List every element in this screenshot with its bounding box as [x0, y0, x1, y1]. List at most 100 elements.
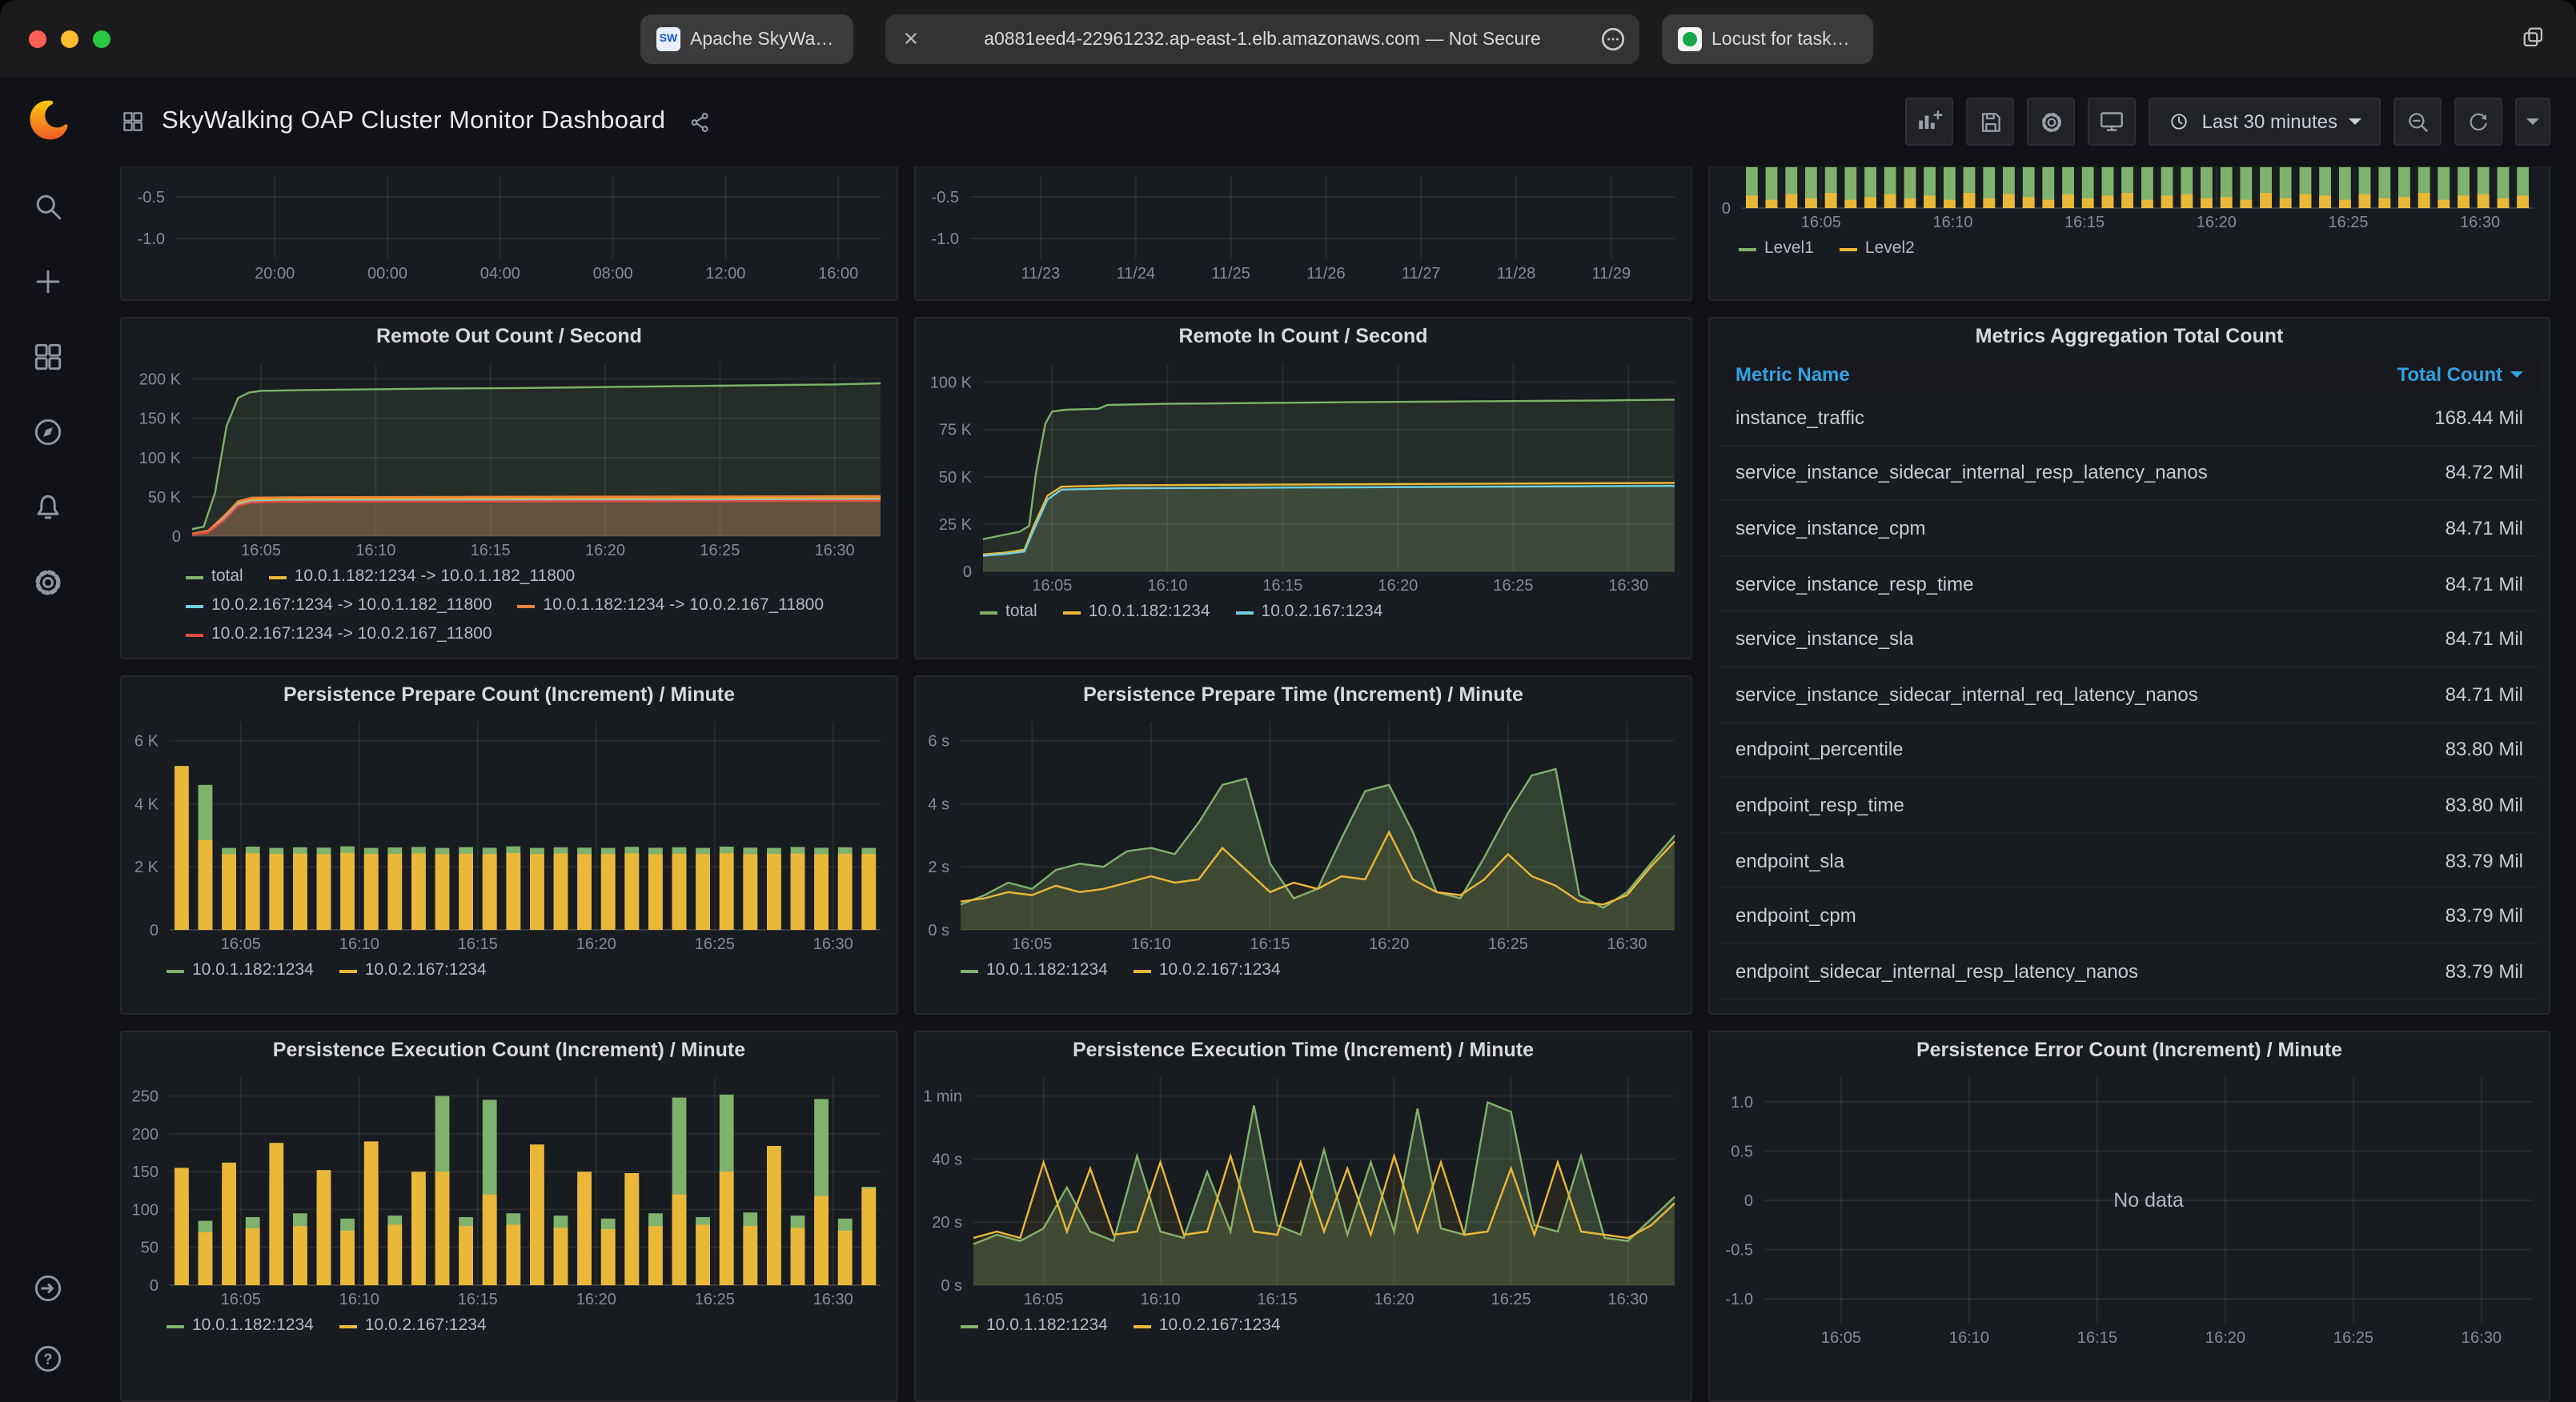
legend-item[interactable]: Level2: [1840, 238, 1915, 259]
browser-tab-locust[interactable]: Locust for tasks.py: [1662, 14, 1873, 64]
svg-text:11/28: 11/28: [1497, 265, 1536, 282]
svg-text:2 K: 2 K: [134, 859, 159, 876]
column-header-total-count[interactable]: Total Count: [2397, 363, 2523, 385]
add-icon[interactable]: [30, 264, 66, 299]
metric-name-cell: endpoint_resp_time: [1735, 794, 1904, 816]
legend-item[interactable]: 10.0.2.167:1234 -> 10.0.1.182_11800: [186, 595, 492, 616]
legend-item[interactable]: 10.0.1.182:1234: [167, 1316, 314, 1336]
legend-item[interactable]: 10.0.1.182:1234: [167, 960, 314, 981]
legend-item[interactable]: 10.0.2.167:1234: [1134, 1316, 1281, 1336]
svg-text:16:25: 16:25: [1493, 577, 1533, 595]
save-dashboard-button[interactable]: [1967, 98, 2015, 146]
table-row: endpoint_cpm83.79 Mil: [1719, 889, 2539, 944]
metric-name-cell: service_instance_cpm: [1735, 517, 1925, 539]
partial_mid-chart[interactable]: 11/2311/2411/2511/2611/2711/2811/29-0.5-…: [916, 166, 1691, 285]
explore-compass-icon[interactable]: [30, 415, 66, 450]
refresh-button[interactable]: [2454, 98, 2502, 146]
browser-tab-dashboard-active[interactable]: a0881eed4-22961232.ap-east-1.elb.amazona…: [885, 14, 1639, 64]
alerting-bell-icon[interactable]: [30, 490, 66, 525]
legend-item[interactable]: 10.0.2.167:1234: [1236, 602, 1383, 623]
legend-item[interactable]: 10.0.1.182:1234: [1063, 602, 1210, 623]
execution_count-chart[interactable]: 16:0516:1016:1516:2016:2516:302502001501…: [122, 1068, 897, 1311]
dashboard-settings-button[interactable]: [2028, 98, 2076, 146]
browser-tab-skywalking[interactable]: SW Apache SkyWalki...: [640, 14, 853, 64]
prepare_time-chart[interactable]: 16:0516:1016:1516:2016:2516:306 s4 s2 s0…: [916, 712, 1691, 955]
configuration-gear-icon[interactable]: [30, 565, 66, 600]
legend-label: 10.0.2.167:1234: [1159, 960, 1281, 981]
column-header-metric-name[interactable]: Metric Name: [1735, 363, 1850, 385]
sign-in-icon[interactable]: [30, 1271, 66, 1306]
panel-title[interactable]: Remote In Count / Second: [916, 318, 1691, 354]
cycle-view-mode-button[interactable]: [2088, 98, 2137, 146]
remote_in-chart[interactable]: 16:0516:1016:1516:2016:2516:30100 K75 K5…: [916, 354, 1691, 597]
total-count-cell: 84.71 Mil: [2430, 683, 2523, 706]
refresh-interval-caret-button[interactable]: [2515, 98, 2550, 146]
panel-title[interactable]: Remote Out Count / Second: [122, 318, 897, 354]
svg-text:0 s: 0 s: [928, 922, 949, 939]
grafana-logo-icon[interactable]: [24, 96, 72, 144]
execution_time-chart[interactable]: 16:0516:1016:1516:2016:2516:301 min40 s2…: [916, 1068, 1691, 1311]
svg-text:0: 0: [1722, 200, 1731, 218]
panel-title[interactable]: Persistence Error Count (Increment) / Mi…: [1710, 1032, 2549, 1068]
svg-text:11/25: 11/25: [1211, 265, 1250, 282]
legend-item[interactable]: 10.0.1.182:1234: [961, 960, 1108, 981]
close-window-button[interactable]: [29, 30, 46, 48]
share-dashboard-icon[interactable]: [688, 110, 712, 134]
legend-label: 10.0.2.167:1234: [1262, 602, 1383, 623]
series-bars-10.0.2.167:1234: [175, 766, 876, 930]
legend-item[interactable]: total: [980, 602, 1037, 623]
svg-text:40 s: 40 s: [932, 1151, 962, 1168]
legend-item[interactable]: total: [186, 567, 243, 587]
metrics-table: Metric Name Total Count instance_traffic16…: [1710, 354, 2549, 999]
panel-title[interactable]: Metrics Aggregation Total Count: [1710, 318, 2549, 354]
error_count-chart[interactable]: 16:0516:1016:1516:2016:2516:301.00.50-0.…: [1710, 1068, 2549, 1349]
remote_out-chart[interactable]: 16:0516:1016:1516:2016:2516:30200 K150 K…: [122, 354, 897, 562]
svg-text:0: 0: [963, 563, 972, 581]
legend-item[interactable]: 10.0.2.167:1234: [339, 960, 487, 981]
svg-text:11/23: 11/23: [1021, 265, 1061, 282]
legend-item[interactable]: 10.0.2.167:1234: [339, 1316, 487, 1336]
partial_left-chart[interactable]: 20:0000:0004:0008:0012:0016:00-0.5-1.0: [122, 166, 897, 285]
svg-text:16:20: 16:20: [2205, 1329, 2245, 1347]
panel-title[interactable]: Persistence Execution Count (Increment) …: [122, 1032, 897, 1068]
legend-label: 10.0.1.182:1234 -> 10.0.2.167_11800: [544, 595, 825, 616]
zoom-window-button[interactable]: [93, 30, 110, 48]
search-icon[interactable]: [30, 189, 66, 224]
total-count-cell: 84.71 Mil: [2430, 572, 2523, 595]
minimize-window-button[interactable]: [61, 30, 78, 48]
svg-text:16:15: 16:15: [471, 542, 511, 559]
tab-more-icon[interactable]: [1599, 26, 1627, 53]
add-panel-button[interactable]: [1906, 98, 1954, 146]
legend-item[interactable]: 10.0.2.167:1234 -> 10.0.2.167_11800: [186, 624, 492, 645]
tab-label: Apache SkyWalki...: [690, 30, 837, 49]
legend-item[interactable]: 10.0.1.182:1234 -> 10.0.1.182_11800: [269, 567, 576, 587]
panel-title[interactable]: Persistence Prepare Time (Increment) / M…: [916, 677, 1691, 712]
legend-item[interactable]: Level1: [1739, 238, 1814, 259]
metric-name-cell: instance_traffic: [1735, 407, 1864, 429]
tab-overview-icon[interactable]: [2520, 24, 2547, 51]
svg-text:16:05: 16:05: [1032, 577, 1072, 595]
panel-title[interactable]: Persistence Prepare Count (Increment) / …: [122, 677, 897, 712]
help-icon[interactable]: ?: [30, 1341, 66, 1376]
legend-label: Level2: [1865, 238, 1915, 259]
partial_bars-chart[interactable]: 16:0516:1016:1516:2016:2516:300: [1710, 166, 2549, 234]
table-row: instance_traffic168.44 Mil: [1719, 391, 2539, 446]
legend-item[interactable]: 10.0.1.182:1234: [961, 1316, 1108, 1336]
panel-title[interactable]: Persistence Execution Time (Increment) /…: [916, 1032, 1691, 1068]
legend-item[interactable]: 10.0.2.167:1234: [1134, 960, 1281, 981]
legend-color-mark: [1236, 611, 1254, 614]
browser-title-bar: SW Apache SkyWalki... a0881eed4-22961232…: [0, 0, 2576, 77]
legend-label: 10.0.1.182:1234 -> 10.0.1.182_11800: [295, 567, 576, 587]
svg-text:0: 0: [150, 1277, 158, 1295]
total-count-cell: 83.79 Mil: [2430, 959, 2523, 982]
dashboards-icon[interactable]: [30, 339, 66, 375]
zoom-out-time-button[interactable]: [2393, 98, 2442, 146]
prepare_count-chart[interactable]: 16:0516:1016:1516:2016:2516:306 K4 K2 K0: [122, 712, 897, 955]
close-tab-icon[interactable]: [900, 27, 922, 50]
legend-item[interactable]: 10.0.1.182:1234 -> 10.0.2.167_11800: [518, 595, 825, 616]
svg-text:16:10: 16:10: [1141, 1291, 1181, 1308]
svg-text:16:15: 16:15: [1250, 935, 1290, 953]
tab-url-label: a0881eed4-22961232.ap-east-1.elb.amazona…: [984, 30, 1541, 49]
time-range-picker[interactable]: Last 30 minutes: [2149, 98, 2381, 146]
svg-text:16:20: 16:20: [576, 935, 616, 953]
